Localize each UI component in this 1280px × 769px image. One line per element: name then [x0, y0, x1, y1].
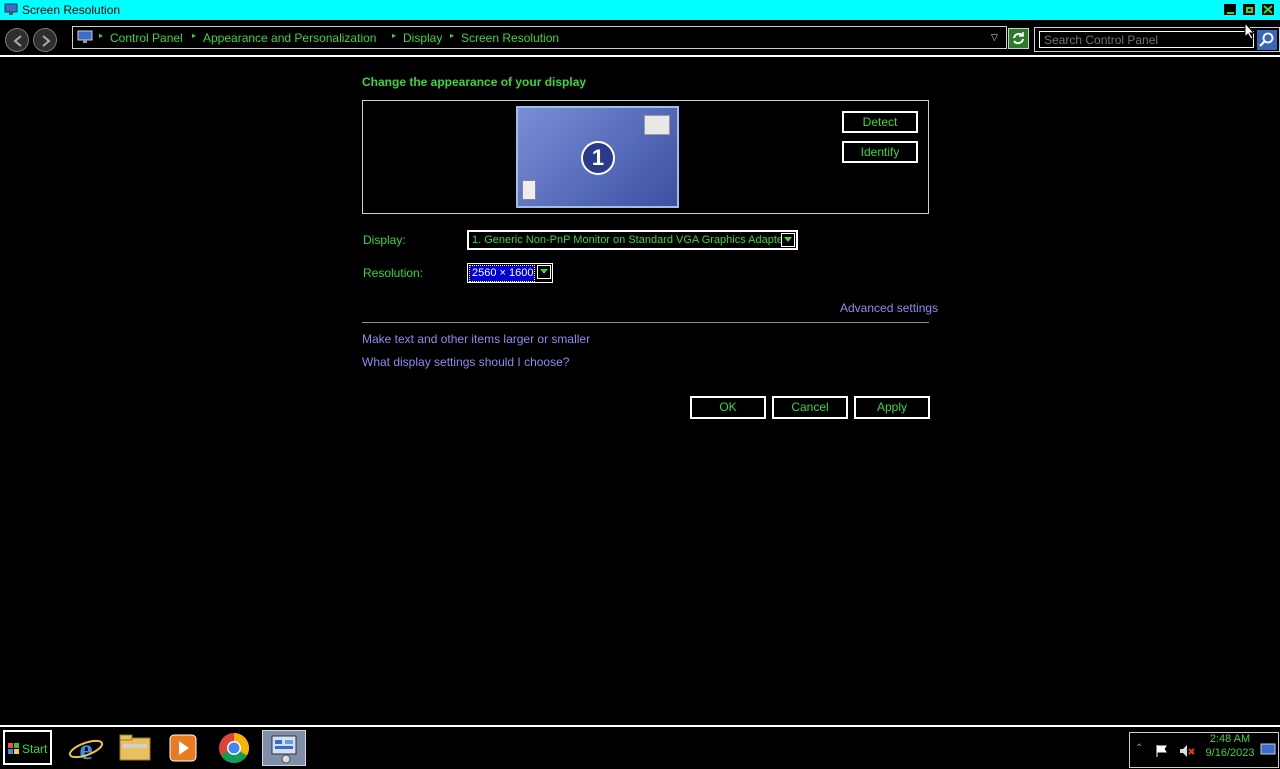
chevron-down-icon: [784, 237, 792, 242]
display-label: Display:: [363, 233, 406, 247]
search-icon: [1259, 32, 1274, 47]
back-arrow-icon: [13, 35, 22, 47]
breadcrumb-arrow-icon[interactable]: ▸: [99, 31, 103, 40]
show-hidden-icons-icon[interactable]: ⌃: [1135, 743, 1143, 754]
breadcrumb-display[interactable]: Display: [403, 31, 442, 45]
start-button[interactable]: Start: [3, 730, 52, 765]
text-size-link[interactable]: Make text and other items larger or smal…: [362, 332, 590, 346]
close-icon: [1263, 5, 1273, 14]
svg-text:e: e: [79, 733, 92, 766]
display-dropdown-button[interactable]: [781, 233, 795, 247]
advanced-settings-link[interactable]: Advanced settings: [840, 301, 938, 315]
display-app-icon: [4, 3, 18, 15]
chevron-down-icon: [540, 269, 548, 274]
breadcrumb-screen-resolution[interactable]: Screen Resolution: [461, 31, 559, 45]
display-select[interactable]: 1. Generic Non-PnP Monitor on Standard V…: [467, 230, 798, 250]
address-box[interactable]: ▸ Control Panel ▸ Appearance and Persona…: [72, 26, 1007, 49]
taskbar: Start e ⌃: [0, 725, 1280, 768]
monitor-number-badge: 1: [581, 141, 615, 175]
page-heading: Change the appearance of your display: [362, 75, 587, 89]
close-button[interactable]: [1261, 3, 1275, 16]
refresh-icon: [1013, 32, 1024, 45]
window-title: Screen Resolution: [22, 3, 121, 17]
search-input[interactable]: [1039, 31, 1254, 48]
chrome-icon[interactable]: [212, 730, 256, 766]
breadcrumb-arrow-icon[interactable]: ▸: [392, 31, 396, 40]
resolution-dropdown-button[interactable]: [537, 265, 551, 279]
show-desktop-icon[interactable]: [1260, 743, 1276, 757]
divider: [362, 322, 929, 323]
identify-button[interactable]: Identify: [842, 141, 918, 163]
clock-date: 9/16/2023: [1205, 747, 1255, 759]
mouse-cursor-icon: [1244, 22, 1256, 40]
monitor-1-preview[interactable]: 1: [516, 106, 679, 208]
resolution-label: Resolution:: [363, 266, 424, 280]
windows-logo-icon: [8, 743, 19, 754]
cancel-button[interactable]: Cancel: [772, 396, 848, 419]
detect-button[interactable]: Detect: [842, 111, 918, 133]
breadcrumb-control-panel[interactable]: Control Panel: [110, 31, 183, 45]
control-panel-icon: [77, 30, 93, 43]
title-bar: Screen Resolution: [0, 0, 1280, 20]
monitor-window-icon: [644, 115, 670, 135]
volume-muted-icon[interactable]: [1178, 743, 1196, 759]
breadcrumb-arrow-icon[interactable]: ▸: [192, 31, 196, 40]
breadcrumb-appearance[interactable]: Appearance and Personalization: [203, 31, 376, 45]
start-label: Start: [22, 742, 48, 756]
forward-button[interactable]: [33, 28, 57, 52]
forward-arrow-icon: [42, 35, 51, 47]
display-select-value: 1. Generic Non-PnP Monitor on Standard V…: [472, 234, 787, 246]
clock-time: 2:48 AM: [1209, 733, 1251, 745]
internet-explorer-icon[interactable]: e: [64, 730, 108, 766]
ok-button[interactable]: OK: [690, 396, 766, 419]
clock[interactable]: 2:48 AM 9/16/2023: [1200, 732, 1260, 760]
control-panel-icon[interactable]: [262, 730, 306, 766]
computer-tower-icon: [522, 180, 536, 200]
refresh-button[interactable]: [1008, 28, 1029, 49]
media-player-icon[interactable]: [161, 730, 205, 766]
back-button[interactable]: [5, 28, 29, 52]
apply-button[interactable]: Apply: [854, 396, 930, 419]
resolution-select[interactable]: 2560 × 1600: [467, 263, 553, 283]
resolution-select-value: 2560 × 1600: [469, 265, 535, 282]
display-help-link[interactable]: What display settings should I choose?: [362, 355, 569, 369]
file-explorer-icon[interactable]: [113, 730, 157, 766]
address-dropdown-icon[interactable]: ▽: [991, 32, 998, 43]
restore-button[interactable]: [1242, 3, 1256, 16]
search-button[interactable]: [1257, 30, 1277, 50]
action-center-flag-icon[interactable]: [1154, 743, 1170, 759]
breadcrumb-arrow-icon[interactable]: ▸: [450, 31, 454, 40]
minimize-button[interactable]: [1223, 3, 1237, 16]
